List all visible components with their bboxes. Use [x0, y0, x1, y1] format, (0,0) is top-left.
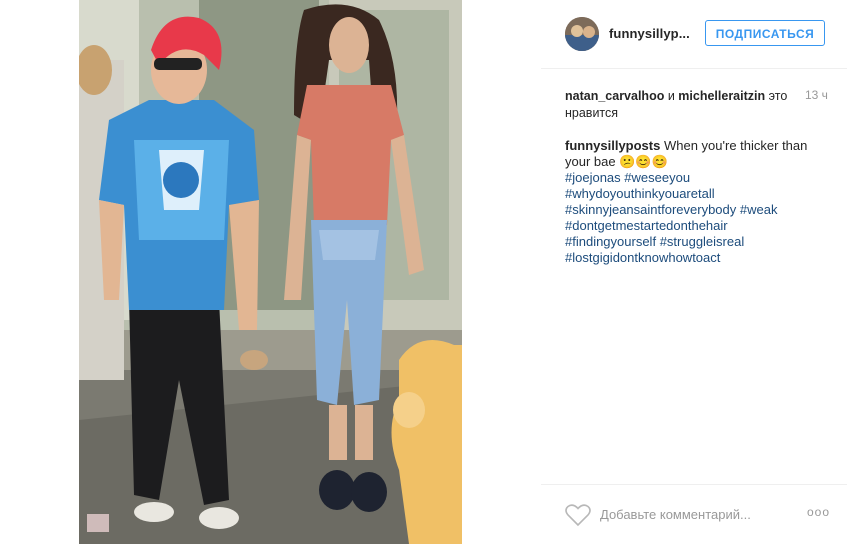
- post-image-area: [0, 0, 541, 544]
- caption-tags-line-3: #skinnyjeansaintforeverybody #weak: [565, 202, 827, 218]
- hashtag-link[interactable]: #weak: [740, 202, 778, 217]
- caption-username[interactable]: funnysillyposts: [565, 138, 660, 153]
- caption-tags-line-1: #joejonas #weseeyou: [565, 170, 827, 186]
- caption-tags-line-5: #findingyourself #struggleisreal: [565, 234, 827, 250]
- likes-conjunction: и: [667, 89, 675, 103]
- hashtag-link[interactable]: #findingyourself: [565, 234, 656, 249]
- like-user-1[interactable]: natan_carvalhoo: [565, 89, 664, 103]
- hashtag-link[interactable]: #lostgigidontknowhowtoact: [565, 250, 827, 266]
- comment-input[interactable]: Добавьте комментарий...: [600, 507, 751, 522]
- hashtag-link[interactable]: #struggleisreal: [660, 234, 745, 249]
- post-sidebar: funnysillyp... ПОДПИСАТЬСЯ natan_carvalh…: [541, 0, 847, 544]
- like-user-2[interactable]: michelleraitzin: [678, 89, 765, 103]
- heart-icon[interactable]: [565, 503, 591, 527]
- hashtag-link[interactable]: #weseeyou: [624, 170, 690, 185]
- hashtag-link[interactable]: #skinnyjeansaintforeverybody: [565, 202, 736, 217]
- post-photo[interactable]: [79, 0, 462, 544]
- photo-illustration: [79, 0, 462, 544]
- hashtag-link[interactable]: #joejonas: [565, 170, 621, 185]
- post-footer: Добавьте комментарий... ooo: [541, 484, 847, 545]
- post-header: funnysillyp... ПОДПИСАТЬСЯ: [541, 0, 847, 69]
- post-time[interactable]: 13 ч: [805, 88, 828, 102]
- hashtag-link[interactable]: #dontgetmestartedonthehair: [565, 218, 827, 234]
- hashtag-link[interactable]: #whydoyouthinkyouaretall: [565, 186, 827, 202]
- avatar[interactable]: [565, 17, 599, 51]
- post-caption: funnysillyposts When you're thicker than…: [565, 138, 827, 266]
- post-username[interactable]: funnysillyp...: [609, 26, 690, 41]
- more-options-icon[interactable]: ooo: [807, 505, 830, 519]
- likes-line: natan_carvalhoo и michelleraitzin это нр…: [565, 88, 835, 122]
- avatar-image: [565, 17, 599, 51]
- follow-button[interactable]: ПОДПИСАТЬСЯ: [705, 20, 825, 46]
